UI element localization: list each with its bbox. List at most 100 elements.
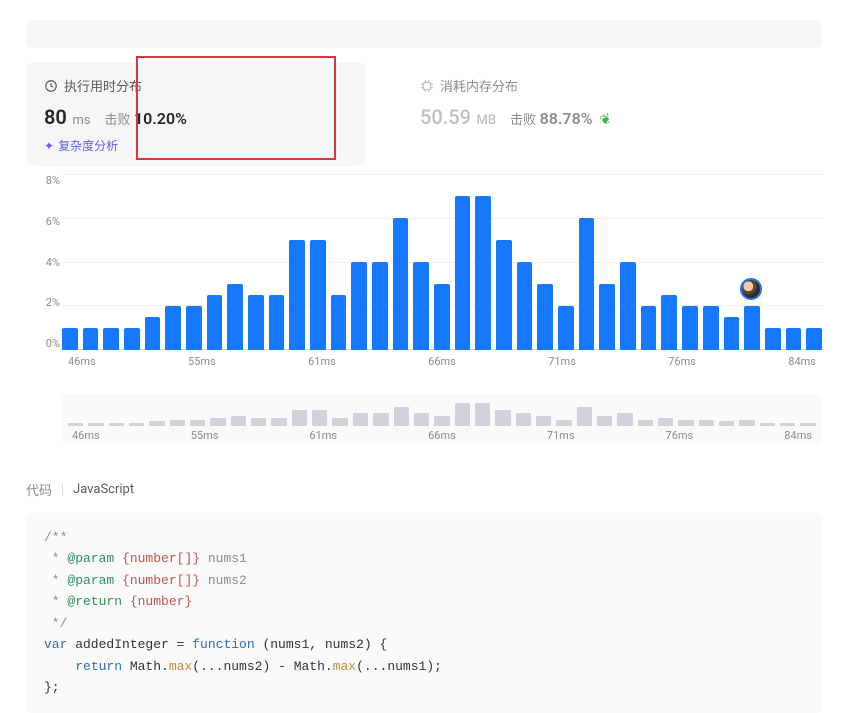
overview-bar [556, 420, 571, 427]
x-tick: 84ms [788, 355, 816, 368]
clock-icon [44, 79, 58, 93]
x-tick: 61ms [308, 355, 336, 368]
chart-bar[interactable] [269, 295, 285, 350]
overview-bar [800, 423, 815, 426]
y-tick: 0% [26, 337, 60, 350]
chart-bar[interactable] [599, 284, 615, 350]
overview-bar [251, 418, 266, 426]
chart-bar[interactable] [310, 240, 326, 350]
chart-bar[interactable] [207, 295, 223, 350]
chart-bar[interactable] [165, 306, 181, 350]
overview-bar [516, 413, 531, 426]
overview-bar [719, 421, 734, 426]
overview-bar [455, 403, 470, 426]
overview-x-tick: 55ms [191, 429, 219, 442]
overview-bar [190, 420, 205, 427]
overview-bar [577, 407, 592, 427]
x-tick: 71ms [548, 355, 576, 368]
chart-bar[interactable] [744, 306, 760, 350]
overview-bar [271, 418, 286, 426]
overview-bar [739, 420, 754, 427]
runtime-chart: 8%6%4%2%0% 46ms55ms61ms66ms71ms76ms84ms … [26, 174, 822, 444]
chart-bar[interactable] [786, 328, 802, 350]
x-tick: 76ms [668, 355, 696, 368]
overview-bar [597, 416, 612, 426]
memory-card: 消耗内存分布 50.59 MB 击败 88.78% ❦ [402, 62, 822, 166]
chart-bar[interactable] [806, 328, 822, 350]
overview-bar [617, 413, 632, 426]
overview-bar [475, 403, 490, 426]
overview-bar [129, 423, 144, 426]
stats-row: 执行用时分布 80 ms 击败 10.20% ✦ 复杂度分析 [26, 62, 822, 166]
runtime-value: 80 [44, 105, 67, 129]
memory-value: 50.59 [420, 105, 471, 129]
chart-bar[interactable] [372, 262, 388, 350]
chart-bar[interactable] [517, 262, 533, 350]
chart-bar[interactable] [124, 328, 140, 350]
chart-bar[interactable] [682, 306, 698, 350]
chart-bar[interactable] [351, 262, 367, 350]
memory-beat-label: 击败 [510, 113, 536, 128]
chart-bar[interactable] [331, 295, 347, 350]
chart-bar[interactable] [413, 262, 429, 350]
memory-title: 消耗内存分布 [440, 76, 518, 95]
y-tick: 4% [26, 256, 60, 269]
chart-bar[interactable] [393, 218, 409, 350]
chart-bar[interactable] [186, 306, 202, 350]
y-tick: 6% [26, 215, 60, 228]
overview-bar [780, 423, 795, 426]
chip-icon [420, 79, 434, 93]
overview-bar [699, 420, 714, 427]
overview-x-tick: 46ms [72, 429, 100, 442]
overview-bar [678, 420, 693, 427]
chart-bar[interactable] [537, 284, 553, 350]
chart-bar[interactable] [83, 328, 99, 350]
chart-bar[interactable] [103, 328, 119, 350]
chart-bar[interactable] [62, 328, 78, 350]
overview-bar [170, 420, 185, 427]
complexity-analysis-link[interactable]: ✦ 复杂度分析 [44, 137, 118, 154]
chart-bar[interactable] [661, 295, 677, 350]
y-tick: 8% [26, 174, 60, 187]
chart-bar[interactable] [641, 306, 657, 350]
overview-x-tick: 66ms [428, 429, 456, 442]
code-block: /** * @param {number[]} nums1 * @param {… [26, 513, 822, 713]
chart-bar[interactable] [703, 306, 719, 350]
x-tick: 55ms [188, 355, 216, 368]
chart-bar[interactable] [289, 240, 305, 350]
runtime-beat-label: 击败 [104, 113, 130, 128]
runtime-overview-chart[interactable]: 46ms55ms61ms66ms71ms76ms84ms [62, 394, 822, 444]
chart-bar[interactable] [496, 240, 512, 350]
runtime-beat-value: 10.20% [134, 109, 187, 128]
memory-beat-value: 88.78% [540, 109, 593, 128]
overview-bar [760, 423, 775, 426]
overview-bar [332, 418, 347, 426]
code-language: JavaScript [73, 482, 134, 497]
chart-bar[interactable] [248, 295, 264, 350]
runtime-title: 执行用时分布 [64, 76, 142, 95]
chart-bar[interactable] [475, 196, 491, 350]
chart-bar[interactable] [724, 317, 740, 350]
leaf-icon: ❦ [598, 110, 614, 129]
chart-bar[interactable] [558, 306, 574, 350]
chart-bar[interactable] [434, 284, 450, 350]
overview-bar [149, 421, 164, 426]
chart-bar[interactable] [579, 218, 595, 350]
overview-x-tick: 61ms [309, 429, 337, 442]
x-tick: 46ms [68, 355, 96, 368]
chart-bar[interactable] [765, 328, 781, 350]
overview-bar [109, 423, 124, 426]
overview-bar [434, 416, 449, 426]
header-placeholder [26, 20, 822, 48]
memory-unit: MB [477, 113, 497, 128]
overview-bar [536, 416, 551, 426]
chart-bar[interactable] [455, 196, 471, 350]
overview-bar [292, 410, 307, 426]
chart-bar[interactable] [145, 317, 161, 350]
x-tick: 66ms [428, 355, 456, 368]
overview-bar [210, 418, 225, 426]
overview-bar [394, 407, 409, 427]
chart-bar[interactable] [227, 284, 243, 350]
overview-bar [68, 423, 83, 426]
chart-bar[interactable] [620, 262, 636, 350]
